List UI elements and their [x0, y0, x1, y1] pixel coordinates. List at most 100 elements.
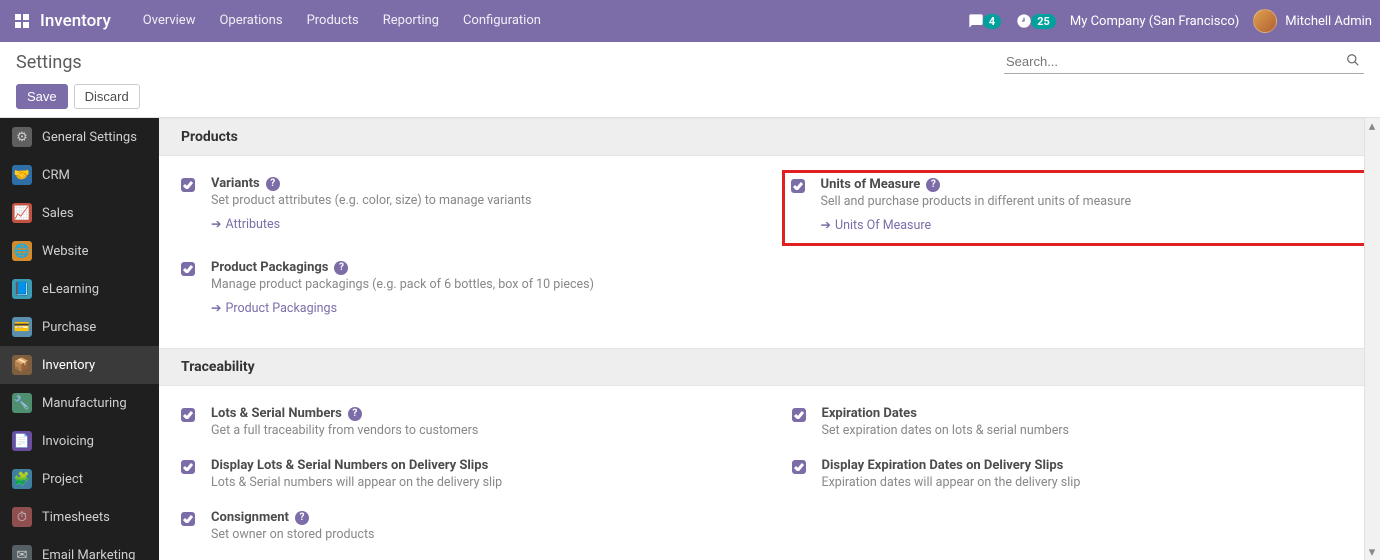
checkbox-display-exp[interactable]	[792, 460, 806, 474]
help-icon[interactable]: ?	[266, 177, 280, 191]
cart-icon: 💳	[12, 317, 32, 337]
search-box[interactable]	[1004, 50, 1364, 74]
globe-icon: 🌐	[12, 241, 32, 261]
link-packagings[interactable]: ➔ Product Packagings	[211, 300, 337, 316]
settings-main: Products Variants ? Set product attribut…	[159, 118, 1380, 560]
stopwatch-icon: ⏱	[12, 507, 32, 527]
sidebar-item-label: Inventory	[42, 358, 95, 373]
sidebar-item-invoicing[interactable]: 📄 Invoicing	[0, 422, 159, 460]
nav-operations[interactable]: Operations	[207, 0, 294, 42]
scroll-up-icon[interactable]: ▴	[1366, 120, 1378, 132]
discard-button[interactable]: Discard	[74, 84, 140, 109]
arrow-right-icon: ➔	[211, 216, 221, 232]
chart-icon: 📈	[12, 203, 32, 223]
sidebar-item-elearning[interactable]: 📘 eLearning	[0, 270, 159, 308]
messages-count: 4	[983, 14, 1001, 29]
avatar	[1253, 9, 1277, 33]
checkbox-uom[interactable]	[791, 179, 805, 193]
settings-sidebar: ⚙ General Settings 🤝 CRM 📈 Sales 🌐 Website 📘…	[0, 118, 159, 560]
activities-count: 25	[1031, 14, 1056, 29]
help-icon[interactable]: ?	[334, 261, 348, 275]
sidebar-item-label: eLearning	[42, 282, 99, 297]
section-header-traceability: Traceability	[159, 348, 1380, 386]
puzzle-icon: 🧩	[12, 469, 32, 489]
invoice-icon: 📄	[12, 431, 32, 451]
sidebar-item-manufacturing[interactable]: 🔧 Manufacturing	[0, 384, 159, 422]
link-uom[interactable]: ➔ Units Of Measure	[821, 217, 932, 233]
arrow-right-icon: ➔	[211, 300, 221, 316]
checkbox-variants[interactable]	[181, 178, 195, 192]
sidebar-item-label: Manufacturing	[42, 396, 127, 411]
sidebar-item-label: CRM	[42, 168, 70, 183]
setting-title-expiration: Expiration Dates	[822, 406, 917, 421]
sidebar-item-timesheets[interactable]: ⏱ Timesheets	[0, 498, 159, 536]
setting-title-uom: Units of Measure	[821, 177, 921, 192]
checkbox-lots[interactable]	[181, 408, 195, 422]
link-attributes[interactable]: ➔ Attributes	[211, 216, 280, 232]
nav-overview[interactable]: Overview	[131, 0, 208, 42]
handshake-icon: 🤝	[12, 165, 32, 185]
sidebar-item-crm[interactable]: 🤝 CRM	[0, 156, 159, 194]
section-header-products: Products	[159, 118, 1380, 156]
setting-desc-display-lots: Lots & Serial numbers will appear on the…	[211, 475, 748, 490]
breadcrumb: Settings	[16, 52, 82, 73]
nav-products[interactable]: Products	[295, 0, 371, 42]
user-menu[interactable]: Mitchell Admin	[1253, 9, 1372, 33]
activities-button[interactable]: 25	[1015, 12, 1056, 30]
nav-configuration[interactable]: Configuration	[451, 0, 553, 42]
company-switcher[interactable]: My Company (San Francisco)	[1070, 14, 1239, 29]
checkbox-expiration[interactable]	[792, 408, 806, 422]
gear-icon: ⚙	[12, 127, 32, 147]
setting-desc-variants: Set product attributes (e.g. color, size…	[211, 193, 748, 208]
scrollbar[interactable]: ▴ ▾	[1364, 118, 1380, 560]
sidebar-item-purchase[interactable]: 💳Purchase	[0, 308, 159, 346]
setting-title-display-exp: Display Expiration Dates on Delivery Sli…	[822, 458, 1064, 473]
user-name: Mitchell Admin	[1285, 14, 1372, 29]
messages-button[interactable]: 4	[967, 12, 1001, 30]
apps-icon[interactable]	[8, 7, 36, 35]
sidebar-item-label: Project	[42, 472, 83, 487]
setting-desc-display-exp: Expiration dates will appear on the deli…	[822, 475, 1359, 490]
box-icon: 📦	[12, 355, 32, 375]
sidebar-item-label: Invoicing	[42, 434, 94, 449]
help-icon[interactable]: ?	[295, 511, 309, 525]
search-input[interactable]	[1004, 50, 1342, 73]
sidebar-item-label: Timesheets	[42, 510, 110, 525]
sidebar-item-general[interactable]: ⚙ General Settings	[0, 118, 159, 156]
app-brand[interactable]: Inventory	[40, 11, 111, 31]
checkbox-display-lots[interactable]	[181, 460, 195, 474]
checkbox-packagings[interactable]	[181, 262, 195, 276]
setting-title-consignment: Consignment	[211, 510, 289, 525]
control-panel: Settings Save Discard	[0, 42, 1380, 118]
top-navbar: Inventory Overview Operations Products R…	[0, 0, 1380, 42]
setting-title-lots: Lots & Serial Numbers	[211, 406, 342, 421]
scroll-down-icon[interactable]: ▾	[1366, 546, 1378, 558]
save-button[interactable]: Save	[16, 84, 68, 109]
setting-desc-expiration: Set expiration dates on lots & serial nu…	[822, 423, 1359, 438]
sidebar-item-sales[interactable]: 📈 Sales	[0, 194, 159, 232]
setting-desc-lots: Get a full traceability from vendors to …	[211, 423, 748, 438]
setting-desc-packagings: Manage product packagings (e.g. pack of …	[211, 277, 748, 292]
sidebar-item-website[interactable]: 🌐 Website	[0, 232, 159, 270]
sidebar-item-label: Website	[42, 244, 89, 259]
sidebar-item-label: General Settings	[42, 130, 137, 145]
sidebar-item-inventory[interactable]: 📦 Inventory	[0, 346, 159, 384]
highlight-box-uom: Units of Measure ? Sell and purchase pro…	[782, 170, 1369, 246]
book-icon: 📘	[12, 279, 32, 299]
sidebar-item-label: Email Marketing	[42, 548, 135, 560]
setting-title-display-lots: Display Lots & Serial Numbers on Deliver…	[211, 458, 488, 473]
wrench-icon: 🔧	[12, 393, 32, 413]
setting-desc-uom: Sell and purchase products in different …	[821, 194, 1360, 209]
arrow-right-icon: ➔	[821, 217, 831, 233]
search-icon[interactable]	[1342, 53, 1364, 71]
checkbox-consignment[interactable]	[181, 512, 195, 526]
sidebar-item-email[interactable]: ✉Email Marketing	[0, 536, 159, 560]
help-icon[interactable]: ?	[348, 407, 362, 421]
setting-title-variants: Variants	[211, 176, 260, 191]
nav-reporting[interactable]: Reporting	[371, 0, 451, 42]
sidebar-item-project[interactable]: 🧩 Project	[0, 460, 159, 498]
setting-title-packagings: Product Packagings	[211, 260, 328, 275]
setting-desc-consignment: Set owner on stored products	[211, 527, 748, 542]
help-icon[interactable]: ?	[926, 178, 940, 192]
sidebar-item-label: Sales	[42, 206, 74, 221]
